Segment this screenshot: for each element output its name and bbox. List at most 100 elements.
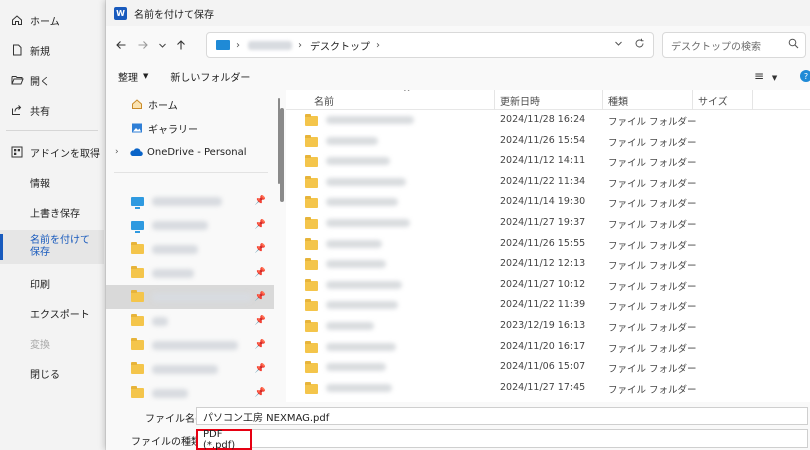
- help-icon[interactable]: ?: [800, 70, 810, 82]
- file-row[interactable]: 2024/11/27 19:37 ファイル フォルダー: [286, 213, 810, 233]
- file-date: 2024/11/20 16:17: [500, 340, 586, 352]
- nav-pinned-item[interactable]: 📌: [106, 357, 274, 381]
- nav-onedrive[interactable]: › OneDrive - Personal: [106, 140, 274, 164]
- up-button[interactable]: [170, 34, 192, 56]
- column-size[interactable]: サイズ: [698, 93, 728, 108]
- sort-ascending-icon: ^: [403, 90, 411, 98]
- file-row[interactable]: 2024/11/14 19:30 ファイル フォルダー: [286, 192, 810, 212]
- breadcrumb-separator: ›: [376, 39, 380, 51]
- blurred-name: [152, 340, 238, 350]
- navigation-bar: › › デスクトップ › デスクトップの検索: [106, 28, 810, 62]
- file-row[interactable]: 2024/11/26 15:55 ファイル フォルダー: [286, 234, 810, 254]
- view-options-button[interactable]: ≡ ▼: [754, 69, 777, 83]
- file-row[interactable]: 2024/11/28 16:24 ファイル フォルダー: [286, 110, 810, 130]
- nav-gallery[interactable]: ギャラリー: [106, 116, 274, 140]
- column-date[interactable]: 更新日時: [500, 93, 540, 108]
- folder-icon: [305, 217, 318, 229]
- search-placeholder: デスクトップの検索: [671, 41, 761, 53]
- column-divider[interactable]: [692, 90, 693, 110]
- nav-home[interactable]: ホーム: [106, 92, 274, 116]
- backstage-open[interactable]: 開く: [0, 67, 104, 93]
- breadcrumb-desktop[interactable]: デスクトップ: [310, 38, 370, 53]
- file-row[interactable]: 2024/11/27 10:12 ファイル フォルダー: [286, 275, 810, 295]
- file-row[interactable]: 2024/11/22 11:34 ファイル フォルダー: [286, 172, 810, 192]
- backstage-save-as[interactable]: 名前を付けて保存: [0, 230, 104, 264]
- arrow-left-icon: [116, 41, 126, 49]
- file-row[interactable]: 2024/11/12 12:13 ファイル フォルダー: [286, 254, 810, 274]
- gallery-icon: [130, 121, 144, 135]
- nav-pinned-item[interactable]: 📌: [106, 213, 274, 237]
- breadcrumb-blurred-segment[interactable]: [248, 40, 292, 50]
- nav-pinned-item[interactable]: 📌: [106, 381, 274, 402]
- file-type: ファイル フォルダー: [608, 261, 697, 273]
- file-row[interactable]: 2024/11/12 14:11 ファイル フォルダー: [286, 151, 810, 171]
- back-button[interactable]: [110, 34, 132, 56]
- backstage-save[interactable]: 上書き保存: [0, 199, 104, 225]
- backstage-info[interactable]: 情報: [0, 169, 104, 195]
- file-name-blurred: [326, 198, 398, 207]
- backstage-home[interactable]: ホーム: [0, 7, 104, 33]
- new-folder-label: 新しいフォルダー: [170, 72, 251, 84]
- backstage-sidebar: ホーム 新規 開く 共有 アドインを取得 情報 上書き保存 名前を付けて保存 印…: [0, 0, 106, 450]
- file-type: ファイル フォルダー: [608, 117, 697, 128]
- file-list-scroll-thumb[interactable]: [280, 108, 284, 202]
- nav-pinned-item[interactable]: 📌: [106, 333, 274, 357]
- blurred-name: [152, 292, 252, 302]
- forward-button[interactable]: [132, 34, 154, 56]
- column-name[interactable]: 名前: [314, 93, 334, 108]
- file-row[interactable]: 2024/11/20 16:17 ファイル フォルダー: [286, 337, 810, 357]
- file-row[interactable]: 2023/12/19 16:13 ファイル フォルダー: [286, 316, 810, 336]
- filename-input[interactable]: パソコン工房 NEXMAG.pdf: [196, 407, 808, 425]
- backstage-transform: 変換: [0, 330, 104, 356]
- new-folder-button[interactable]: 新しいフォルダー: [170, 69, 250, 84]
- column-divider[interactable]: [602, 90, 603, 110]
- filetype-select[interactable]: PDF (*.pdf): [196, 429, 808, 450]
- file-row[interactable]: 2024/11/06 15:07 ファイル フォルダー: [286, 357, 810, 377]
- search-box[interactable]: デスクトップの検索: [662, 32, 806, 58]
- recent-locations-button[interactable]: [154, 34, 170, 56]
- backstage-export[interactable]: エクスポート: [0, 300, 104, 326]
- column-divider[interactable]: [752, 90, 753, 110]
- backstage-save-label: 上書き保存: [30, 208, 80, 220]
- file-type: ファイル フォルダー: [608, 384, 697, 396]
- column-type[interactable]: 種類: [608, 93, 628, 108]
- nav-pinned-item[interactable]: 📌: [106, 309, 274, 333]
- nav-pinned-item[interactable]: 📌: [106, 261, 274, 285]
- folder-icon: [305, 155, 318, 168]
- filename-value: パソコン工房 NEXMAG.pdf: [203, 412, 330, 424]
- file-type: ファイル フォルダー: [608, 302, 697, 314]
- backstage-print[interactable]: 印刷: [0, 270, 104, 296]
- file-row[interactable]: 2024/11/26 15:54 ファイル フォルダー: [286, 131, 810, 151]
- backstage-share[interactable]: 共有: [0, 97, 104, 123]
- caret-down-icon: ▼: [771, 74, 778, 82]
- organize-button[interactable]: 整理 ▼: [118, 69, 148, 84]
- blurred-name: [152, 364, 218, 374]
- new-doc-icon: [10, 43, 24, 57]
- nav-pinned-item[interactable]: 📌: [106, 189, 274, 213]
- onedrive-cloud-icon: [129, 145, 143, 159]
- home-icon: [10, 13, 24, 27]
- nav-divider: [114, 172, 268, 173]
- backstage-new[interactable]: 新規: [0, 37, 104, 63]
- expand-chevron-icon[interactable]: ›: [115, 147, 125, 157]
- pin-icon: 📌: [254, 292, 266, 302]
- file-name-blurred: [326, 342, 396, 351]
- folder-icon: [130, 314, 144, 328]
- refresh-button[interactable]: [634, 38, 645, 52]
- command-toolbar: 整理 ▼ 新しいフォルダー ≡ ▼ ?: [106, 64, 810, 88]
- file-name-blurred: [326, 383, 392, 392]
- backstage-close[interactable]: 閉じる: [0, 360, 104, 386]
- column-divider[interactable]: [494, 90, 495, 110]
- file-row[interactable]: 2024/11/22 11:39 ファイル フォルダー: [286, 295, 810, 315]
- backstage-addins[interactable]: アドインを取得: [0, 139, 104, 165]
- this-pc-icon: [216, 40, 230, 50]
- address-bar[interactable]: › › デスクトップ ›: [206, 32, 654, 58]
- blurred-name: [152, 268, 194, 278]
- nav-pinned-item[interactable]: 📌: [106, 237, 274, 261]
- file-row[interactable]: 2024/11/27 17:45 ファイル フォルダー: [286, 378, 810, 398]
- file-type: ファイル フォルダー: [608, 343, 697, 355]
- nav-pinned-item-selected[interactable]: 📌: [106, 285, 274, 309]
- address-dropdown[interactable]: [614, 39, 623, 51]
- filetype-highlight-box[interactable]: PDF (*.pdf): [196, 429, 252, 450]
- file-type: ファイル フォルダー: [608, 323, 697, 334]
